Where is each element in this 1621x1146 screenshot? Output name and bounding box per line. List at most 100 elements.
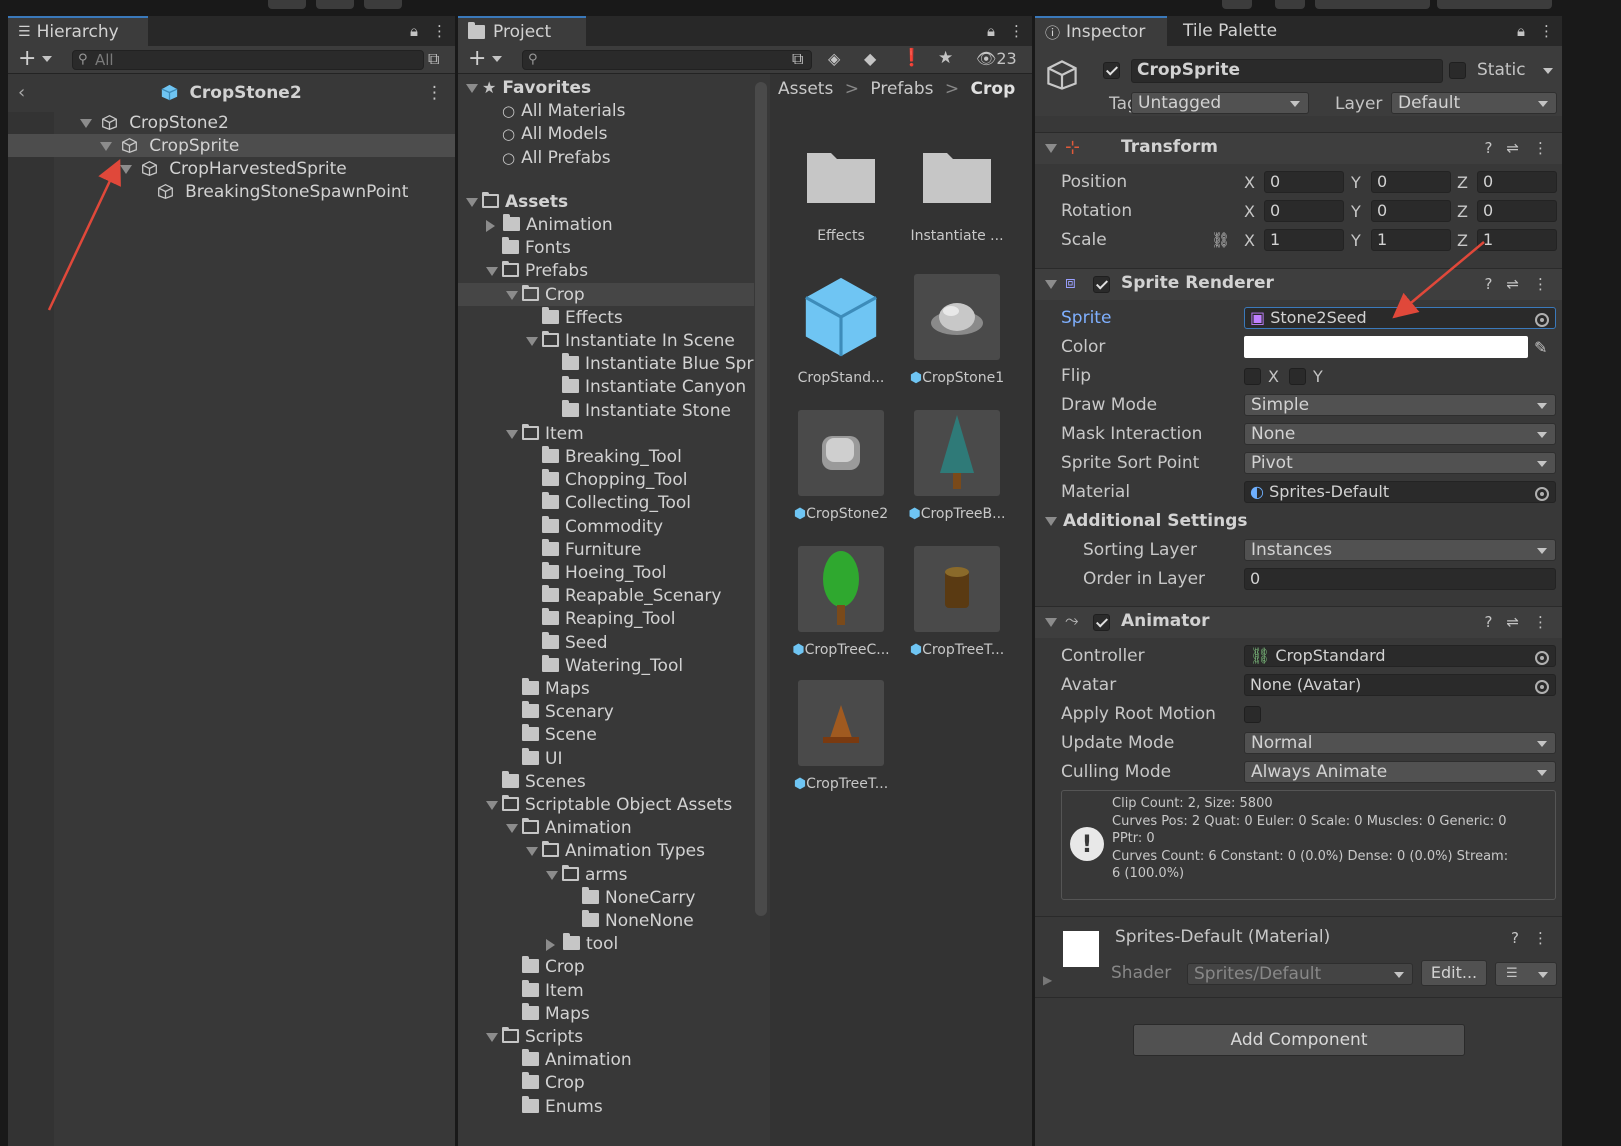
expand-arrow-icon[interactable]	[100, 142, 112, 151]
more-options-icon[interactable]: ⋮	[1009, 22, 1024, 40]
breadcrumb-item[interactable]: Crop	[971, 79, 1016, 99]
folder-item[interactable]: tool	[458, 932, 754, 955]
more-options-icon[interactable]: ⋮	[432, 22, 447, 40]
folder-item[interactable]: Seed	[458, 631, 754, 654]
folder-item[interactable]: Fonts	[458, 236, 754, 259]
breadcrumb-item[interactable]: Prefabs	[870, 79, 933, 99]
asset-prefab-croptreeb[interactable]: ⬢CropTreeB...	[898, 410, 1016, 522]
rotation-y-field[interactable]: 0	[1371, 200, 1451, 222]
static-checkbox[interactable]	[1449, 62, 1466, 79]
folder-item[interactable]: Hoeing_Tool	[458, 561, 754, 584]
folder-item[interactable]: Animation	[458, 213, 754, 236]
folder-item[interactable]: Commodity	[458, 515, 754, 538]
asset-prefab-cropstandard[interactable]: CropStand...	[782, 274, 900, 386]
constrain-proportions-icon[interactable]: ⛓︎	[1211, 226, 1230, 255]
rotation-x-field[interactable]: 0	[1264, 200, 1344, 222]
static-dropdown-icon[interactable]	[1543, 68, 1553, 74]
folder-item[interactable]: arms	[458, 863, 754, 886]
position-y-field[interactable]: 0	[1371, 171, 1451, 193]
folder-item[interactable]: Watering_Tool	[458, 654, 754, 677]
folder-item[interactable]: Reapable_Scenary	[458, 584, 754, 607]
hierarchy-row-cropstone2[interactable]: CropStone2	[8, 111, 455, 134]
create-button[interactable]: +	[18, 46, 36, 72]
folder-item[interactable]: Scenary	[458, 700, 754, 723]
folder-item[interactable]: NoneCarry	[458, 886, 754, 909]
expand-arrow-icon[interactable]	[506, 429, 518, 439]
filter-by-type-icon[interactable]: ◈	[828, 49, 840, 68]
sprite-renderer-enabled-checkbox[interactable]	[1093, 276, 1110, 293]
folder-item[interactable]: Scene	[458, 723, 754, 746]
step-button[interactable]	[364, 0, 402, 9]
additional-settings-row[interactable]: Additional Settings	[1035, 507, 1562, 536]
folder-item[interactable]: Effects	[458, 306, 754, 329]
help-icon[interactable]: ?	[1511, 929, 1519, 947]
warning-filter-icon[interactable]: ❗	[901, 48, 922, 68]
foldout-arrow-icon[interactable]	[1045, 618, 1057, 627]
folder-item[interactable]: Collecting_Tool	[458, 491, 754, 514]
help-icon[interactable]: ?	[1484, 139, 1492, 157]
avatar-field[interactable]: None (Avatar)	[1244, 674, 1556, 696]
asset-prefab-croptreec[interactable]: ⬢CropTreeC...	[782, 546, 900, 658]
more-options-icon[interactable]: ⋮	[1539, 22, 1554, 40]
folder-item[interactable]: Maps	[458, 1002, 754, 1025]
presets-icon[interactable]: ⇌	[1506, 613, 1519, 631]
folder-item[interactable]: Chopping_Tool	[458, 468, 754, 491]
asset-prefab-cropstone2[interactable]: ⬢CropStone2	[782, 410, 900, 522]
favorite-star-icon[interactable]: ★	[938, 48, 953, 68]
folder-item[interactable]: Animation	[458, 816, 754, 839]
breadcrumb-item[interactable]: Assets	[778, 79, 833, 99]
animator-enabled-checkbox[interactable]	[1093, 614, 1110, 631]
foldout-arrow-icon[interactable]: ▶	[1043, 973, 1052, 987]
presets-icon[interactable]: ⇌	[1506, 139, 1519, 157]
folder-item[interactable]: Instantiate Stone	[458, 399, 754, 422]
hierarchy-search-input[interactable]: ⚲ All	[72, 50, 424, 70]
hidden-packages-icon[interactable]: 👁︎23	[976, 49, 1017, 68]
controller-field[interactable]: ⛓︎ CropStandard	[1244, 645, 1556, 667]
more-options-icon[interactable]: ⋮	[1533, 613, 1548, 631]
collapse-arrow-icon[interactable]	[546, 938, 555, 951]
project-search-input[interactable]: ⚲	[522, 50, 812, 70]
folder-item[interactable]: Maps	[458, 677, 754, 700]
collapse-arrow-icon[interactable]	[486, 219, 495, 232]
folder-item[interactable]: Crop	[458, 1071, 754, 1094]
expand-arrow-icon[interactable]	[466, 197, 478, 207]
layout-dropdown[interactable]	[1437, 0, 1552, 9]
filter-by-label-icon[interactable]: ◆	[864, 49, 876, 68]
expand-arrow-icon[interactable]	[120, 165, 132, 174]
position-z-field[interactable]: 0	[1477, 171, 1557, 193]
sorting-layer-dropdown[interactable]: Instances	[1244, 539, 1556, 561]
hierarchy-row-cropharvestedsprite[interactable]: CropHarvestedSprite	[8, 157, 455, 180]
expand-arrow-icon[interactable]	[486, 1033, 498, 1042]
expand-arrow-icon[interactable]	[486, 801, 498, 810]
assets-root[interactable]: Assets	[458, 190, 754, 213]
more-options-icon[interactable]: ⋮	[1533, 139, 1548, 157]
expand-arrow-icon[interactable]	[526, 337, 538, 346]
update-mode-dropdown[interactable]: Normal	[1244, 732, 1556, 754]
lock-icon[interactable]: 🔒︎	[987, 22, 995, 40]
position-x-field[interactable]: 0	[1264, 171, 1344, 193]
material-field[interactable]: ◐ Sprites-Default	[1244, 481, 1556, 503]
more-options-icon[interactable]: ⋮	[1533, 929, 1548, 947]
expand-arrow-icon[interactable]	[506, 290, 518, 300]
create-button[interactable]: +	[468, 46, 486, 72]
folder-item[interactable]: Furniture	[458, 538, 754, 561]
sort-point-dropdown[interactable]: Pivot	[1244, 452, 1556, 474]
object-picker-icon[interactable]	[1535, 651, 1549, 665]
scale-x-field[interactable]: 1	[1264, 229, 1344, 251]
more-options-icon[interactable]: ⋮	[426, 83, 443, 103]
sprite-field[interactable]: ▣ Stone2Seed	[1244, 307, 1556, 329]
active-checkbox[interactable]	[1103, 62, 1120, 79]
mask-dropdown[interactable]: None	[1244, 423, 1556, 445]
folder-item[interactable]: Animation	[458, 1048, 754, 1071]
asset-prefab-cropstone1[interactable]: ⬢CropStone1	[898, 274, 1016, 386]
object-picker-icon[interactable]	[1535, 680, 1549, 694]
expand-arrow-icon[interactable]	[486, 267, 498, 277]
tab-tile-palette[interactable]: Tile Palette	[1173, 16, 1313, 46]
favorite-item[interactable]: ○ All Models	[458, 122, 754, 145]
folder-item[interactable]: Instantiate Canyon	[458, 375, 754, 398]
asset-folder-instantiate[interactable]: Instantiate ...	[898, 132, 1016, 244]
folder-item[interactable]: Crop	[458, 282, 754, 306]
asset-prefab-croptreet-1[interactable]: ⬢CropTreeT...	[898, 546, 1016, 658]
folder-item[interactable]: Scripts	[458, 1025, 754, 1048]
layer-dropdown[interactable]: Default	[1391, 92, 1557, 114]
